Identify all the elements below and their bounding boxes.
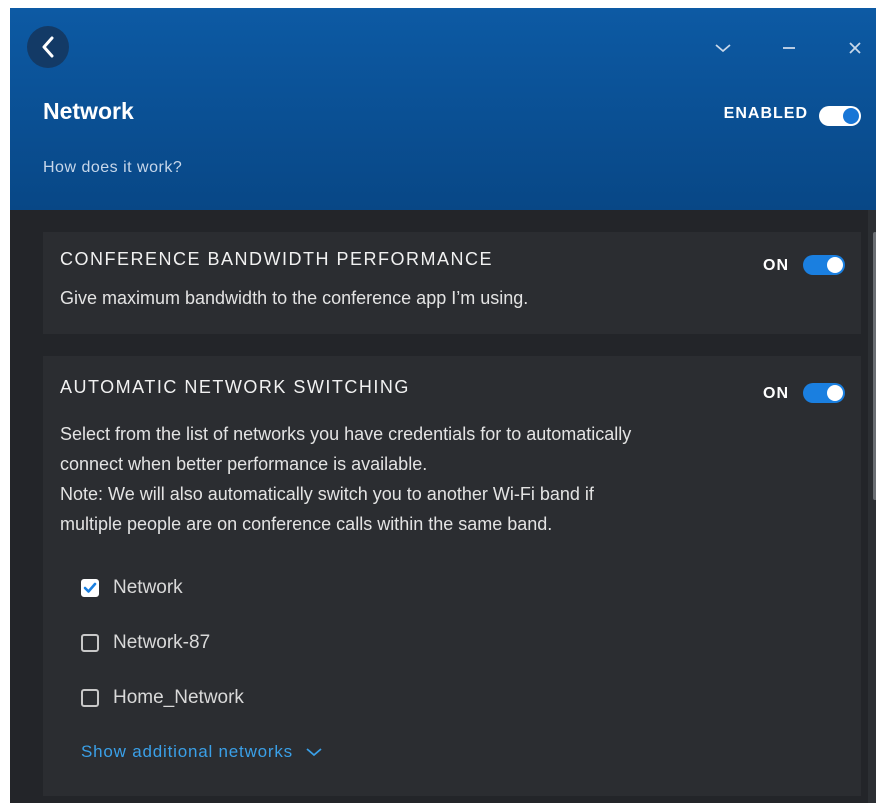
page-title: Network	[43, 98, 134, 124]
minimize-button[interactable]	[775, 36, 803, 60]
network-settings-window: Network ENABLED How does it work? CONFER…	[10, 8, 876, 803]
description-line: Note: We will also automatically switch …	[60, 484, 594, 504]
network-switching-title: AUTOMATIC NETWORK SWITCHING	[60, 377, 410, 397]
back-button[interactable]	[27, 26, 69, 68]
conference-bandwidth-card: CONFERENCE BANDWIDTH PERFORMANCE ON Give…	[43, 232, 861, 334]
network-switching-status-label: ON	[763, 385, 789, 402]
network-option-network-87[interactable]: Network-87	[81, 631, 210, 655]
scrollbar-thumb[interactable]	[873, 232, 876, 500]
enabled-label: ENABLED	[723, 105, 808, 122]
network-option-home-network[interactable]: Home_Network	[81, 686, 244, 710]
network-option-network[interactable]: Network	[81, 576, 183, 600]
minimize-icon	[783, 47, 795, 49]
conference-bandwidth-toggle[interactable]	[803, 255, 845, 275]
chevron-down-icon	[306, 748, 322, 757]
enabled-toggle[interactable]	[819, 106, 861, 126]
close-icon	[849, 42, 861, 54]
header: Network ENABLED How does it work?	[10, 8, 876, 210]
checkbox-unchecked[interactable]	[81, 634, 99, 652]
conference-bandwidth-title: CONFERENCE BANDWIDTH PERFORMANCE	[60, 249, 494, 269]
network-name: Home_Network	[113, 687, 244, 708]
chevron-down-icon	[715, 44, 731, 53]
how-does-it-work-link[interactable]: How does it work?	[43, 159, 182, 177]
network-switching-toggle[interactable]	[803, 383, 845, 403]
chevron-left-icon	[42, 36, 54, 58]
show-additional-networks-link[interactable]: Show additional networks	[81, 742, 323, 762]
network-switching-description: Select from the list of networks you hav…	[60, 419, 631, 539]
network-name: Network-87	[113, 632, 211, 653]
network-switching-card: AUTOMATIC NETWORK SWITCHING ON Select fr…	[43, 356, 861, 796]
collapse-button[interactable]	[709, 36, 737, 60]
checkbox-unchecked[interactable]	[81, 689, 99, 707]
toggle-knob	[827, 257, 843, 273]
description-line: multiple people are on conference calls …	[60, 514, 553, 534]
conference-bandwidth-description: Give maximum bandwidth to the conference…	[60, 288, 529, 308]
network-name: Network	[113, 577, 183, 598]
checkbox-checked[interactable]	[81, 579, 99, 597]
conference-status-label: ON	[763, 257, 789, 274]
description-line: Select from the list of networks you hav…	[60, 424, 632, 444]
checkmark-icon	[83, 582, 97, 593]
toggle-knob	[827, 385, 843, 401]
description-line: connect when better performance is avail…	[60, 454, 428, 474]
close-button[interactable]	[841, 36, 869, 60]
toggle-knob	[843, 108, 859, 124]
show-additional-networks-label: Show additional networks	[81, 742, 293, 761]
